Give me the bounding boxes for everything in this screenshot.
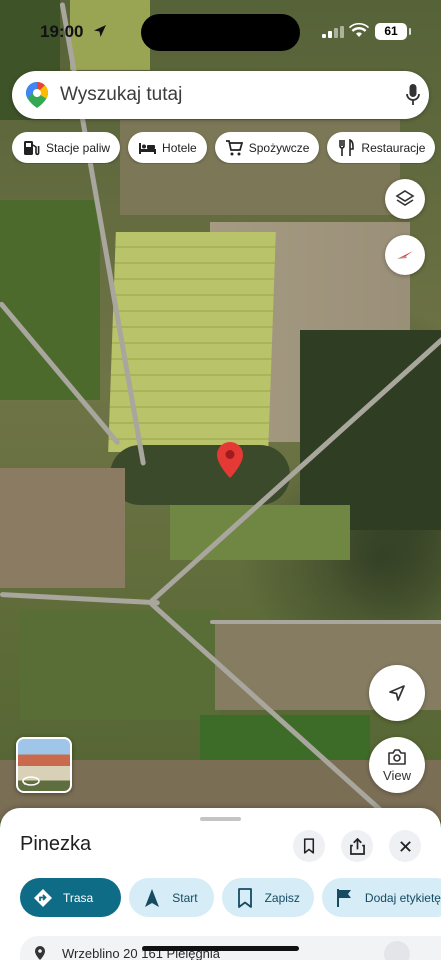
bed-icon — [139, 142, 157, 154]
layers-button[interactable] — [385, 179, 425, 219]
bookmark-icon — [303, 838, 315, 854]
cellular-signal-icon — [322, 26, 344, 38]
directions-button[interactable]: Trasa — [20, 878, 122, 917]
share-button[interactable] — [341, 830, 373, 862]
add-label-text: Dodaj etykietę — [364, 890, 441, 905]
add-label-button[interactable]: Dodaj etykietę — [321, 878, 441, 917]
start-button[interactable]: Start — [129, 878, 214, 917]
chip-label: Spożywcze — [248, 140, 310, 155]
save-button[interactable]: Zapisz — [221, 878, 314, 917]
share-icon — [349, 837, 365, 855]
cart-icon — [225, 139, 243, 155]
directions-label: Trasa — [63, 890, 94, 905]
close-button[interactable] — [389, 830, 421, 862]
bookmark-icon — [237, 887, 252, 908]
maps-logo-icon — [26, 82, 48, 108]
compass-icon — [397, 251, 413, 259]
view-label: View — [383, 767, 411, 783]
road — [0, 592, 160, 606]
drag-handle[interactable] — [200, 817, 241, 821]
status-time: 19:00 — [40, 22, 84, 41]
flag-icon — [336, 888, 351, 907]
start-label: Start — [172, 890, 198, 905]
chip-label: Stacje paliw — [46, 140, 111, 155]
microphone-icon[interactable] — [406, 84, 420, 106]
navigation-arrow-icon — [389, 685, 405, 701]
street-view-button[interactable]: View — [369, 737, 425, 793]
layers-icon — [395, 190, 415, 206]
action-buttons: Trasa Start Zapisz Dodaj etykietę — [20, 878, 441, 918]
compass-button[interactable] — [385, 235, 425, 275]
battery-indicator: 61 — [375, 23, 411, 40]
chip-label: Hotele — [162, 140, 197, 155]
map-pin-icon[interactable] — [217, 442, 243, 478]
rotate-360-icon — [22, 776, 40, 786]
home-indicator[interactable] — [142, 946, 299, 951]
chip-label: Restauracje — [361, 140, 426, 155]
wifi-icon — [349, 23, 369, 37]
save-label: Zapisz — [264, 890, 300, 905]
gas-station-icon — [24, 140, 40, 155]
chip-groceries[interactable]: Spożywcze — [214, 132, 320, 163]
road — [210, 620, 441, 624]
location-pin-icon — [35, 946, 45, 960]
chip-restaurants[interactable]: Restauracje — [327, 132, 436, 163]
directions-icon — [34, 888, 52, 907]
search-input[interactable] — [60, 81, 380, 109]
chip-gas-stations[interactable]: Stacje paliw — [12, 132, 121, 163]
address-more-button[interactable] — [384, 941, 410, 960]
my-location-button[interactable] — [369, 665, 425, 721]
close-icon — [399, 840, 411, 852]
navigation-arrow-icon — [145, 888, 160, 907]
place-bottom-sheet[interactable]: Pinezka Trasa Start Zapisz Dodaj etykiet… — [0, 808, 441, 960]
camera-360-icon — [388, 748, 406, 765]
dynamic-island — [141, 14, 300, 51]
chip-hotels[interactable]: Hotele — [128, 132, 207, 163]
location-arrow-icon — [94, 25, 106, 37]
street-view-thumbnail[interactable] — [16, 737, 72, 793]
bookmark-button[interactable] — [293, 830, 325, 862]
place-title: Pinezka — [20, 833, 92, 855]
fork-knife-icon — [339, 138, 355, 156]
category-chips: Stacje paliw Hotele Spożywcze Restauracj… — [12, 132, 441, 164]
search-bar[interactable] — [12, 71, 429, 119]
